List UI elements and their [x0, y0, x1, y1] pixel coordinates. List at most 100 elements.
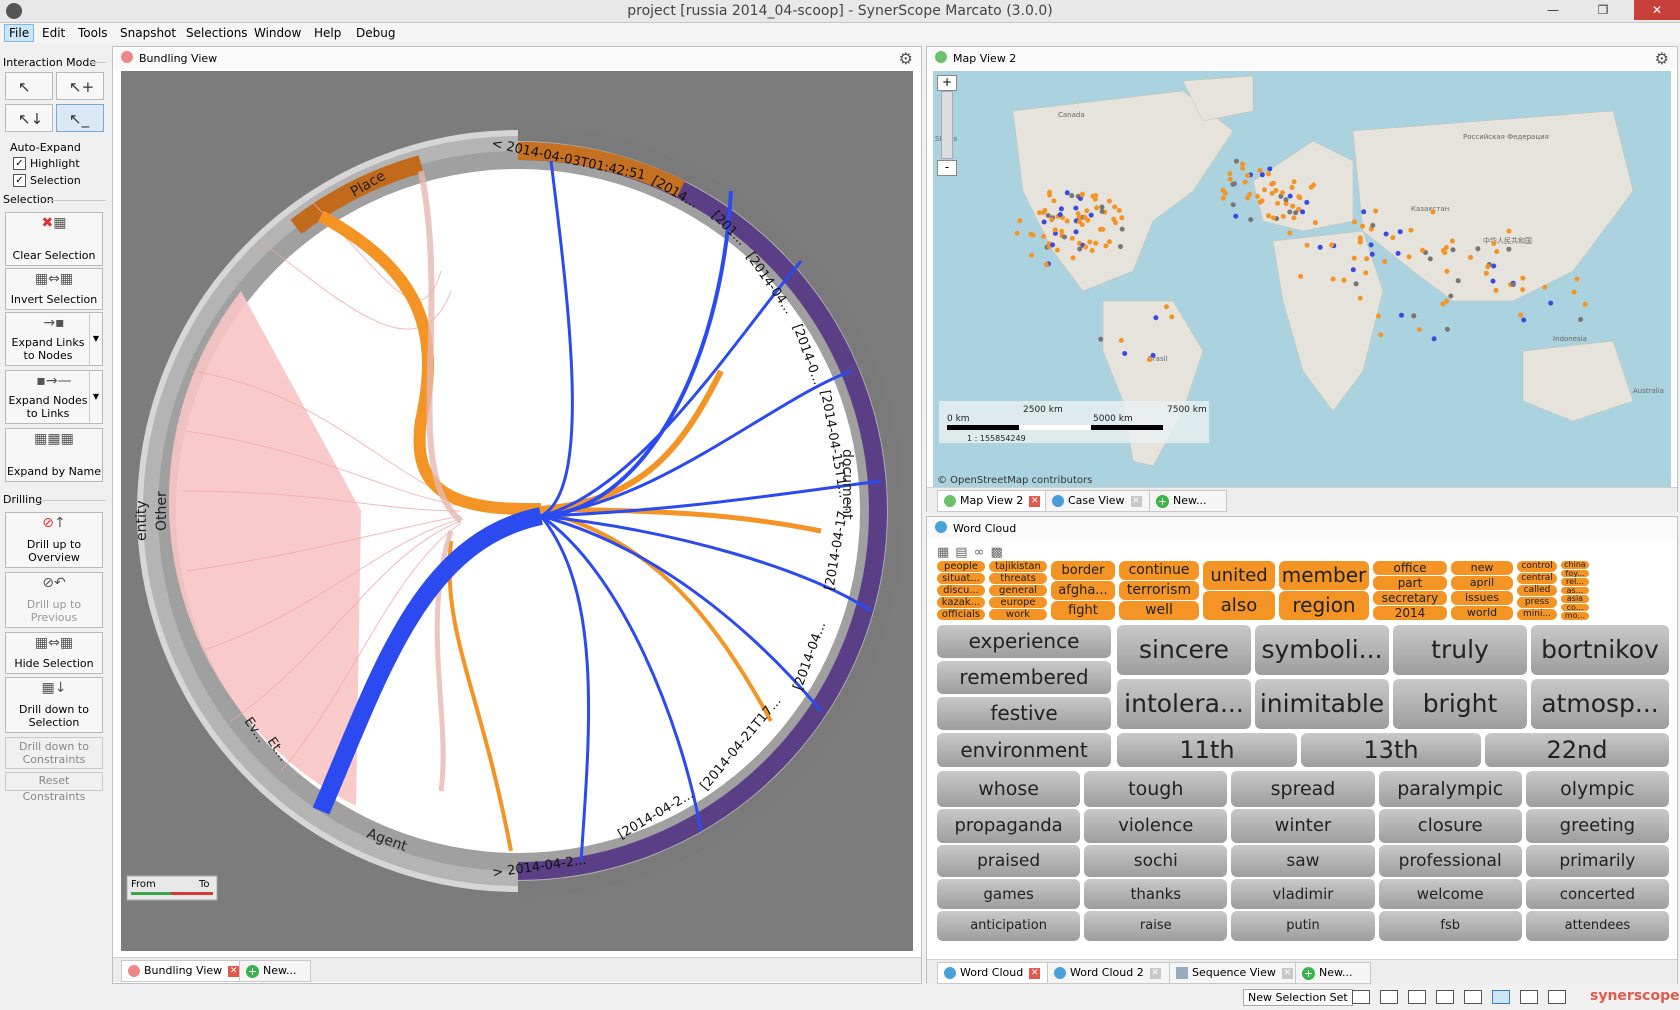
event-marker[interactable]	[1353, 281, 1359, 287]
event-marker[interactable]	[1350, 267, 1356, 273]
close-tab-icon[interactable]: ✕	[1281, 967, 1293, 979]
event-marker[interactable]	[1341, 277, 1347, 283]
word-tile[interactable]: situat...	[937, 573, 985, 584]
event-marker[interactable]	[1571, 289, 1577, 295]
event-marker[interactable]	[1077, 246, 1083, 252]
tab-new[interactable]: + New...	[1149, 490, 1227, 512]
event-marker[interactable]	[1406, 254, 1412, 260]
event-marker[interactable]	[1300, 209, 1306, 215]
event-marker[interactable]	[1245, 195, 1251, 201]
event-marker[interactable]	[1262, 187, 1267, 193]
event-marker[interactable]	[1103, 243, 1109, 249]
event-marker[interactable]	[1150, 352, 1156, 358]
close-tab-icon[interactable]: ✕	[1130, 495, 1142, 507]
event-marker[interactable]	[1368, 242, 1374, 248]
event-marker[interactable]	[1287, 193, 1293, 199]
event-marker[interactable]	[1266, 171, 1272, 177]
event-marker[interactable]	[1062, 234, 1068, 240]
event-marker[interactable]	[1521, 317, 1527, 323]
word-cloud-canvas[interactable]: people situat... discu... kazak... officials…	[927, 517, 1677, 957]
word-tile[interactable]: world	[1451, 606, 1513, 620]
event-marker[interactable]	[1298, 273, 1304, 279]
word-tile[interactable]: 11th	[1117, 733, 1297, 767]
event-marker[interactable]	[1014, 230, 1020, 236]
event-marker[interactable]	[1049, 217, 1055, 223]
word-tile[interactable]: intolera...	[1117, 679, 1251, 729]
event-marker[interactable]	[1283, 197, 1289, 203]
event-marker[interactable]	[1107, 239, 1112, 245]
event-marker[interactable]	[1064, 190, 1070, 196]
event-marker[interactable]	[1287, 209, 1293, 215]
event-marker[interactable]	[1520, 287, 1526, 293]
map-canvas[interactable]: Canada States Российская Федерация Казах…	[933, 71, 1671, 491]
word-tile[interactable]: europe	[989, 597, 1047, 608]
word-tile[interactable]: olympic	[1525, 771, 1669, 807]
tab-word-cloud[interactable]: Word Cloud ✕	[937, 962, 1049, 984]
event-marker[interactable]	[1311, 182, 1317, 188]
add-select-mode-button[interactable]: ↖+	[56, 72, 104, 100]
event-marker[interactable]	[1450, 247, 1456, 253]
event-marker[interactable]	[1351, 255, 1357, 261]
word-tile[interactable]: putin	[1231, 911, 1375, 941]
drill-down-to-constraints-button[interactable]: Drill down to Constraints	[5, 737, 103, 769]
event-marker[interactable]	[1578, 317, 1584, 322]
event-marker[interactable]	[1317, 244, 1323, 250]
word-tile[interactable]: region	[1279, 591, 1369, 620]
event-marker[interactable]	[1275, 200, 1280, 206]
bundling-canvas[interactable]: Place entity Other Agent Ev... Et... doc…	[121, 71, 913, 951]
word-tile[interactable]: paralympic	[1378, 771, 1522, 807]
close-tab-icon[interactable]: ✕	[228, 965, 240, 977]
word-tile[interactable]: bright	[1393, 679, 1527, 729]
word-tile[interactable]: festive	[937, 697, 1111, 730]
event-marker[interactable]	[1408, 227, 1414, 233]
event-marker[interactable]	[1360, 223, 1365, 229]
close-window-button[interactable]: ✕	[1634, 0, 1680, 20]
event-marker[interactable]	[1357, 295, 1363, 301]
event-marker[interactable]	[1242, 179, 1248, 185]
event-marker[interactable]	[1227, 176, 1233, 182]
event-marker[interactable]	[1270, 215, 1276, 221]
word-tile[interactable]: discu...	[937, 585, 985, 596]
word-tile[interactable]: winter	[1231, 809, 1375, 843]
event-marker[interactable]	[1444, 298, 1450, 304]
word-tile[interactable]: professional	[1378, 845, 1522, 877]
event-marker[interactable]	[1233, 158, 1239, 164]
layout-three-icon[interactable]	[1408, 990, 1426, 1004]
event-marker[interactable]	[1574, 276, 1580, 282]
event-marker[interactable]	[1483, 270, 1489, 276]
word-tile[interactable]: work	[989, 609, 1047, 620]
word-tile[interactable]: press	[1517, 597, 1557, 608]
event-marker[interactable]	[1079, 192, 1085, 198]
event-marker[interactable]	[1043, 262, 1049, 268]
event-marker[interactable]	[1220, 187, 1226, 193]
event-marker[interactable]	[1094, 205, 1100, 211]
event-marker[interactable]	[1118, 338, 1124, 343]
word-tile[interactable]: afgha...	[1051, 581, 1115, 600]
event-marker[interactable]	[1304, 199, 1310, 205]
word-tile[interactable]: china	[1561, 561, 1589, 569]
event-marker[interactable]	[1506, 246, 1512, 252]
word-tile[interactable]: foy...	[1561, 569, 1589, 578]
event-marker[interactable]	[1169, 314, 1175, 320]
event-marker[interactable]	[1029, 252, 1035, 258]
word-tile[interactable]: thanks	[1084, 879, 1228, 909]
event-marker[interactable]	[1257, 167, 1263, 173]
tab-new[interactable]: + New...	[1295, 962, 1371, 984]
event-marker[interactable]	[1057, 212, 1063, 218]
event-marker[interactable]	[1542, 284, 1548, 290]
event-marker[interactable]	[1289, 185, 1295, 190]
word-tile[interactable]: vladimir	[1231, 879, 1375, 909]
event-marker[interactable]	[1017, 218, 1023, 224]
word-tile[interactable]: office	[1373, 561, 1447, 575]
event-marker[interactable]	[1399, 312, 1404, 318]
word-tile[interactable]: border	[1051, 561, 1115, 580]
event-marker[interactable]	[1045, 213, 1051, 218]
word-tile[interactable]: co...	[1561, 603, 1589, 612]
event-marker[interactable]	[1382, 259, 1388, 264]
word-tile[interactable]: whose	[937, 771, 1081, 807]
word-tile[interactable]: closure	[1378, 809, 1522, 843]
drill-up-to-previous-button[interactable]: ⊘↶ Drill up to Previous	[5, 572, 103, 628]
event-marker[interactable]	[1082, 214, 1088, 220]
event-marker[interactable]	[1491, 241, 1497, 246]
event-marker[interactable]	[1397, 229, 1403, 235]
